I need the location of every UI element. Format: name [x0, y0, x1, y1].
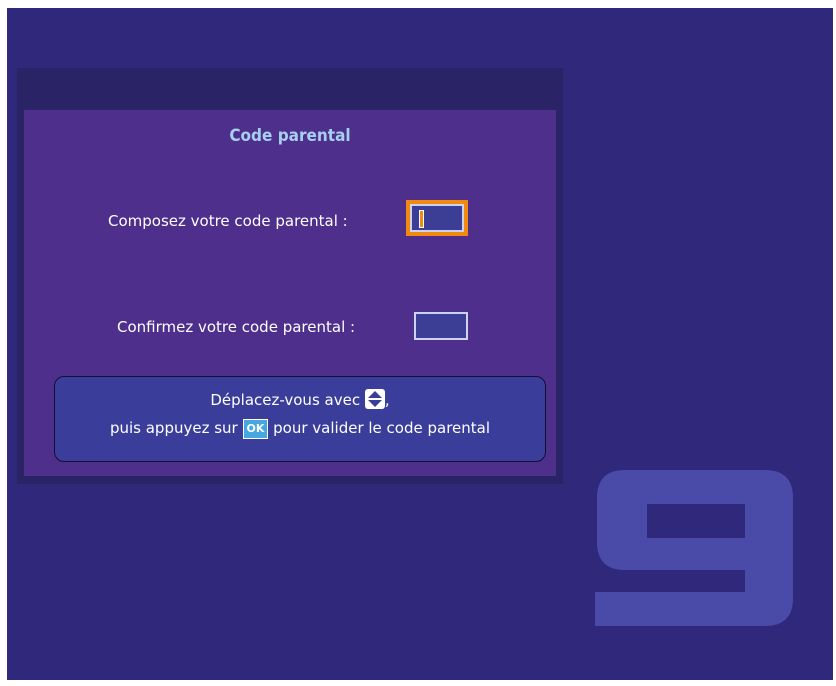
parental-code-dialog: Code parental Composez votre code parent… — [17, 110, 563, 484]
up-down-arrows-icon — [364, 389, 385, 409]
help-box: Déplacez-vous avec , puis appuyez sur OK… — [54, 376, 546, 462]
help-comma: , — [384, 391, 390, 409]
confirm-code-label: Confirmez votre code parental : — [117, 318, 356, 336]
confirm-code-input[interactable] — [414, 312, 468, 340]
help-validate-text: pour valider le code parental — [273, 419, 491, 437]
help-press-text: puis appuyez sur — [109, 419, 238, 437]
channel-9-logo-icon — [595, 470, 793, 626]
help-move-text: Déplacez-vous avec — [210, 391, 361, 409]
ok-key-icon: OK — [242, 419, 269, 439]
help-line-2: puis appuyez sur OK pour valider le code… — [55, 419, 545, 439]
help-line-1: Déplacez-vous avec , — [55, 389, 545, 409]
tv-screen: Code parental Composez votre code parent… — [7, 8, 833, 680]
dialog-body: Code parental Composez votre code parent… — [24, 110, 556, 476]
compose-code-input[interactable] — [406, 200, 468, 236]
compose-code-label: Composez votre code parental : — [108, 212, 348, 230]
dialog-header-bar — [17, 68, 563, 110]
text-cursor — [419, 210, 424, 228]
dialog-title: Code parental — [229, 126, 351, 146]
